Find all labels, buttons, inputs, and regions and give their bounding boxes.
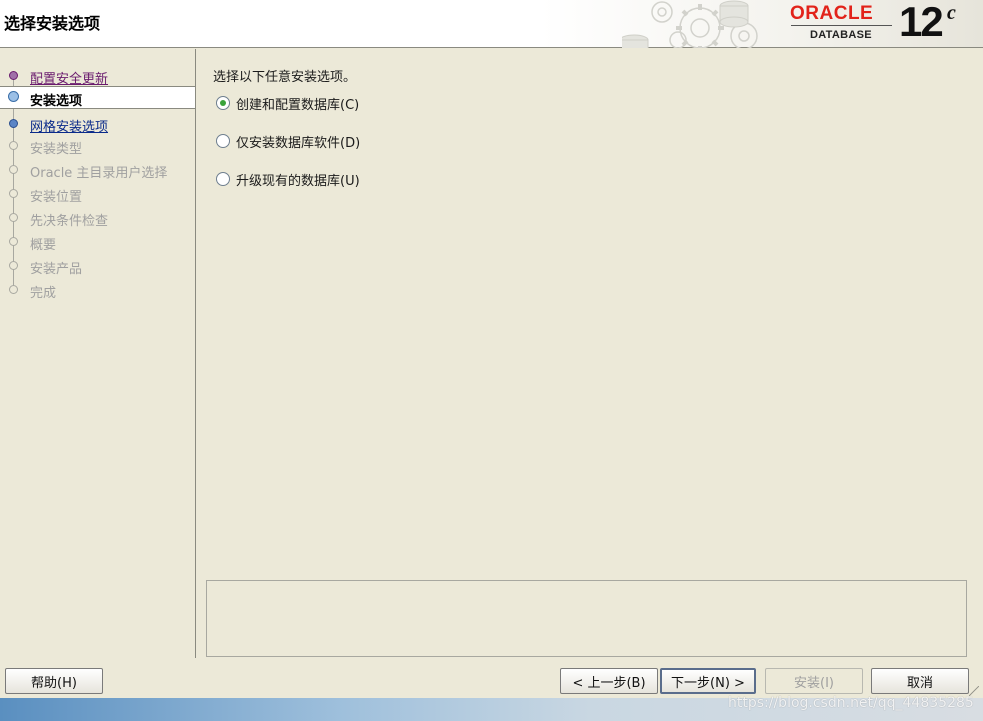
step-installation-option[interactable]: 安装选项 xyxy=(0,86,195,109)
step-current-icon xyxy=(8,91,19,102)
step-done-icon xyxy=(9,71,18,80)
step-pending-icon xyxy=(9,261,18,270)
radio-button-selected[interactable] xyxy=(216,96,230,110)
message-pane xyxy=(206,580,967,657)
step-finish: 完成 xyxy=(0,279,195,301)
radio-button[interactable] xyxy=(216,134,230,148)
steps-sidebar: 配置安全更新 安装选项 网格安装选项 安装类型 Oracle 主目录用户选择 安… xyxy=(0,49,196,658)
button-bar: 帮助(H) < 上一步(B) 下一步(N) > 安装(I) 取消 xyxy=(0,658,983,698)
step-install-type: 安装类型 xyxy=(0,135,195,157)
main-content: 选择以下任意安装选项。 创建和配置数据库(C) 仅安装数据库软件(D) 升级现有… xyxy=(197,49,983,658)
instruction-text: 选择以下任意安装选项。 xyxy=(213,70,357,85)
step-label: 网格安装选项 xyxy=(30,120,109,135)
option-install-software-only[interactable]: 仅安装数据库软件(D) xyxy=(216,130,360,152)
next-button[interactable]: 下一步(N) > xyxy=(660,668,756,694)
step-summary: 概要 xyxy=(0,231,195,253)
step-label: 安装位置 xyxy=(30,190,83,205)
step-pending-icon xyxy=(9,285,18,294)
step-label: 安装类型 xyxy=(30,142,83,157)
radio-label: 升级现有的数据库(U) xyxy=(236,173,360,189)
logo-rule xyxy=(791,25,892,26)
step-label: 完成 xyxy=(30,286,57,301)
install-button: 安装(I) xyxy=(765,668,863,694)
step-configure-security-updates[interactable]: 配置安全更新 xyxy=(0,65,195,87)
radio-label: 创建和配置数据库(C) xyxy=(236,97,360,113)
option-upgrade-existing-database[interactable]: 升级现有的数据库(U) xyxy=(216,168,360,190)
version-suffix: c xyxy=(947,2,956,24)
step-pending-icon xyxy=(9,213,18,222)
step-installation-location: 安装位置 xyxy=(0,183,195,205)
window-header: 选择安装选项 ORACLE DATABASE 12 c xyxy=(0,0,983,48)
oracle-database-logo: ORACLE DATABASE xyxy=(790,3,896,43)
step-label: 安装选项 xyxy=(30,94,83,109)
step-pending-icon xyxy=(9,141,18,150)
radio-button[interactable] xyxy=(216,172,230,186)
oracle-wordmark: ORACLE xyxy=(790,3,874,24)
step-label: 先决条件检查 xyxy=(30,214,109,229)
step-label: 概要 xyxy=(30,238,57,253)
step-link-icon xyxy=(9,119,18,128)
radio-label: 仅安装数据库软件(D) xyxy=(236,135,361,151)
step-grid-installation-options[interactable]: 网格安装选项 xyxy=(0,113,195,135)
step-label: Oracle 主目录用户选择 xyxy=(30,166,168,181)
step-label: 配置安全更新 xyxy=(30,72,109,87)
back-button[interactable]: < 上一步(B) xyxy=(560,668,658,694)
page-title: 选择安装选项 xyxy=(4,14,101,33)
step-label: 安装产品 xyxy=(30,262,83,277)
step-pending-icon xyxy=(9,165,18,174)
database-wordmark: DATABASE xyxy=(810,29,872,41)
step-prerequisite-checks: 先决条件检查 xyxy=(0,207,195,229)
step-install-product: 安装产品 xyxy=(0,255,195,277)
step-pending-icon xyxy=(9,189,18,198)
option-create-configure-database[interactable]: 创建和配置数据库(C) xyxy=(216,92,359,114)
cancel-button[interactable]: 取消 xyxy=(871,668,969,694)
gears-illustration xyxy=(622,0,758,48)
watermark-text: https://blog.csdn.net/qq_44835285 xyxy=(728,695,974,711)
step-oracle-home-user: Oracle 主目录用户选择 xyxy=(0,159,195,181)
help-button[interactable]: 帮助(H) xyxy=(5,668,103,694)
version-number: 12 xyxy=(899,0,944,45)
step-pending-icon xyxy=(9,237,18,246)
